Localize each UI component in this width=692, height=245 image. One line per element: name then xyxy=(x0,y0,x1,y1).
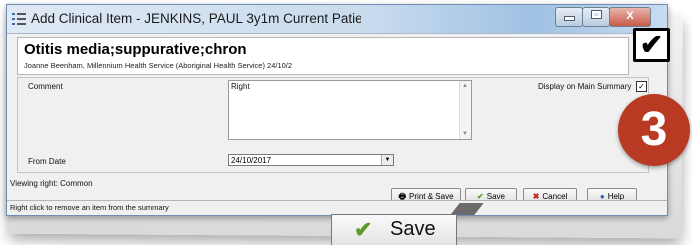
viewing-rights-text: Viewing right: Common xyxy=(10,179,93,188)
from-date-value: 24/10/2017 xyxy=(231,156,272,165)
title-bar[interactable]: Add Clinical Item - JENKINS, PAUL 3y1m C… xyxy=(7,5,667,34)
display-summary-checkbox[interactable]: ✓ xyxy=(636,81,647,92)
list-icon xyxy=(11,12,27,26)
minimize-button[interactable] xyxy=(555,7,583,27)
comment-textarea[interactable]: Right ▲ ▼ xyxy=(228,80,472,140)
close-icon: X xyxy=(626,10,634,22)
scroll-up-icon[interactable]: ▲ xyxy=(462,83,468,89)
maximize-icon xyxy=(591,11,601,18)
display-summary-label: Display on Main Summary xyxy=(538,82,632,91)
window-title: Add Clinical Item - JENKINS, PAUL 3y1m C… xyxy=(31,11,361,26)
step-badge: 3 xyxy=(618,94,690,166)
save-check-icon: ✔ xyxy=(354,217,373,242)
item-name: Otitis media;suppurative;chron xyxy=(24,41,247,58)
status-bar: Right click to remove an item from the s… xyxy=(7,200,667,215)
save-button-zoom-callout: ✔ Save xyxy=(331,214,457,245)
checkmark-icon: ✔ xyxy=(639,29,664,60)
item-author-line: Joanne Beenham, Millennium Health Servic… xyxy=(24,61,293,70)
close-button[interactable]: X xyxy=(609,7,651,27)
scroll-down-icon[interactable]: ▼ xyxy=(462,131,468,137)
checkbox-callout: ✔ xyxy=(633,28,670,62)
maximize-button[interactable] xyxy=(582,7,610,27)
comment-scrollbar[interactable]: ▲ ▼ xyxy=(459,81,471,139)
comment-label: Comment xyxy=(28,82,63,91)
from-date-label: From Date xyxy=(28,157,66,166)
minimize-icon xyxy=(564,17,574,20)
zoomed-save-label: Save xyxy=(390,218,436,240)
chevron-down-icon[interactable]: ▼ xyxy=(381,155,393,165)
item-header: Otitis media;suppurative;chron Joanne Be… xyxy=(17,37,629,75)
from-date-select[interactable]: 24/10/2017 ▼ xyxy=(228,154,394,166)
status-text: Right click to remove an item from the s… xyxy=(10,203,169,212)
comment-value: Right xyxy=(231,82,250,91)
item-form: Comment Right ▲ ▼ Display on Main Summar… xyxy=(17,77,649,173)
add-clinical-item-dialog: Add Clinical Item - JENKINS, PAUL 3y1m C… xyxy=(6,4,668,216)
